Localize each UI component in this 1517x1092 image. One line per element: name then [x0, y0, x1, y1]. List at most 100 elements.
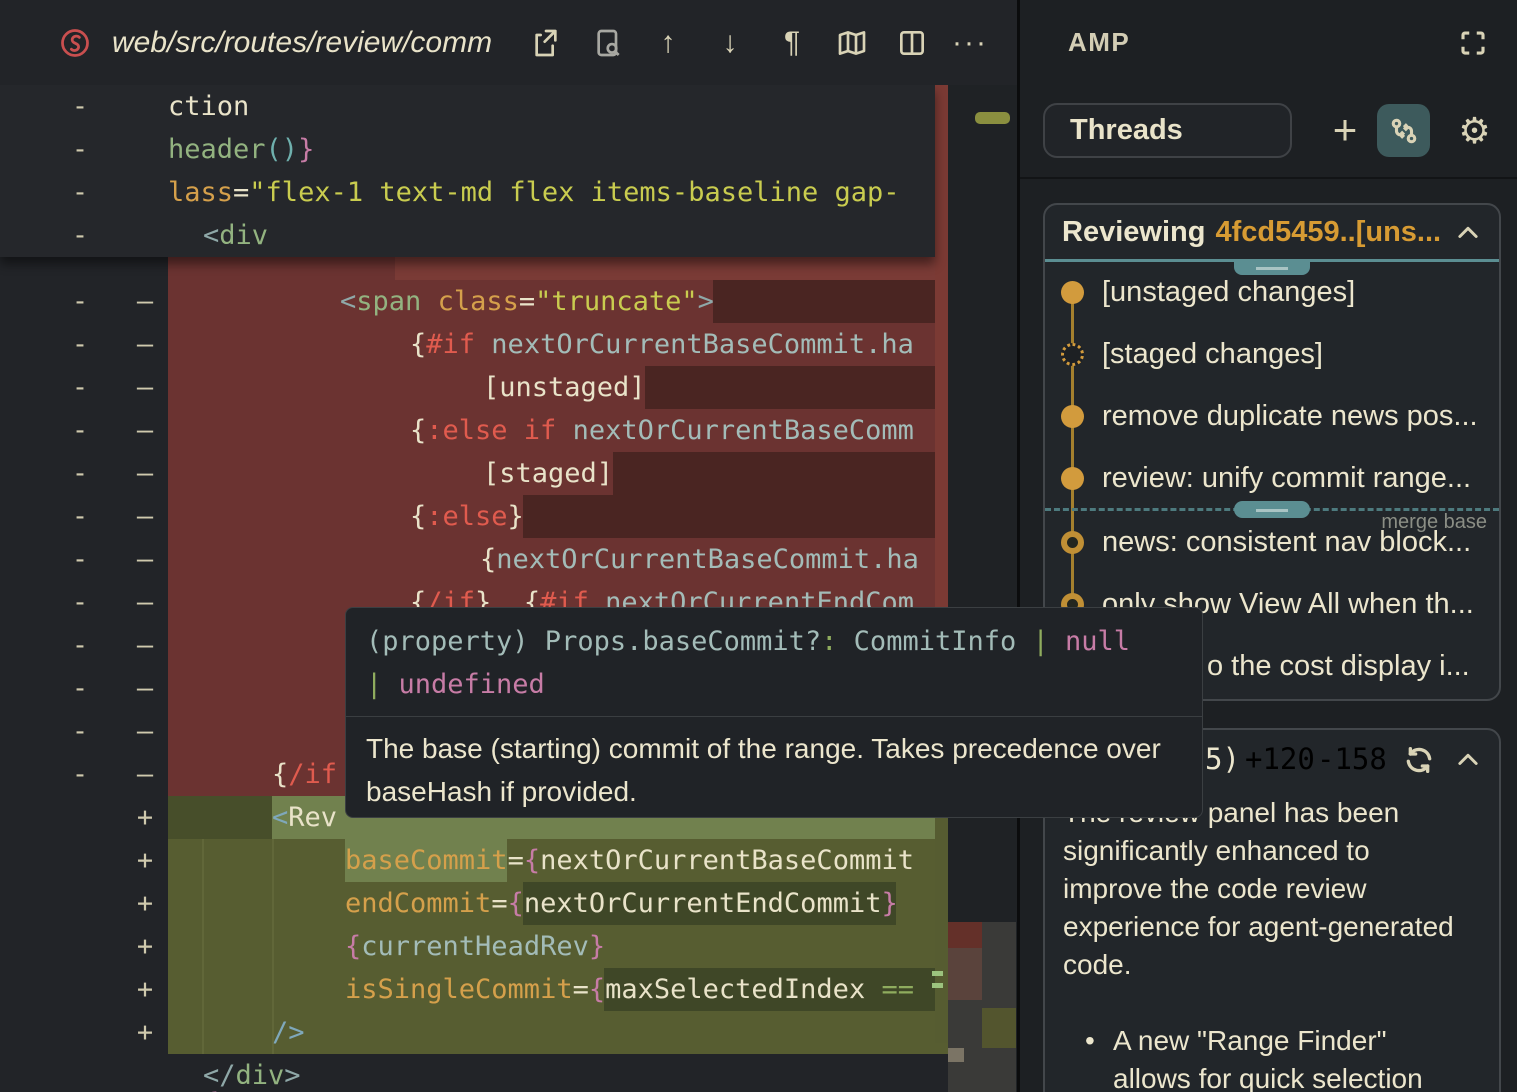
code-line: [0, 257, 948, 280]
code-line: -—<span class="truncate">: [0, 280, 948, 323]
bullet-item: • A new "Range Finder" allows for quick …: [1085, 1022, 1455, 1092]
code-line: -—{:else}: [0, 495, 948, 538]
gutter-marker: -: [68, 214, 92, 257]
gutter-marker: +: [130, 882, 160, 925]
split-view-icon[interactable]: [889, 20, 935, 66]
gear-icon: ⚙: [1458, 110, 1490, 152]
commit-item[interactable]: review: unify commit range...: [1045, 456, 1499, 500]
new-thread-button[interactable]: +: [1320, 105, 1370, 155]
sticky-scroll: -ction-header()}-lass="flex-1 text-md fl…: [0, 85, 935, 257]
gutter-marker: —: [130, 280, 160, 323]
svelte-file-icon: [52, 20, 98, 66]
handle-grip: [1256, 509, 1288, 512]
commit-label: o the cost display i...: [1207, 650, 1470, 683]
bullet-icon: •: [1085, 1022, 1113, 1092]
reviewing-label: Reviewing: [1062, 216, 1205, 249]
gutter-marker: —: [130, 624, 160, 667]
diff-line-background: [395, 257, 948, 280]
merge-base-handle[interactable]: [1234, 501, 1310, 518]
arrow-up-icon[interactable]: ↑: [645, 20, 691, 66]
code-line: -ction: [0, 85, 935, 128]
commit-label: remove duplicate news pos...: [1102, 400, 1478, 433]
commit-label: [staged changes]: [1102, 338, 1323, 371]
hover-description: The base (starting) commit of the range.…: [346, 717, 1186, 813]
gutter-marker: —: [130, 710, 160, 753]
gutter-marker: -: [68, 85, 92, 128]
more-icon[interactable]: ···: [947, 20, 993, 66]
overview-ruler-mark: [932, 983, 943, 988]
panel-header: AMP: [1020, 0, 1517, 85]
code-line: -—{#if nextOrCurrentBaseCommit.ha: [0, 323, 948, 366]
gutter-marker: -: [68, 366, 92, 409]
editor-toolbar: web/src/routes/review/comm ↑ ↓ ¶ ···: [0, 0, 1017, 85]
gutter-marker: —: [130, 667, 160, 710]
gutter-marker: -: [68, 452, 92, 495]
minimap-scrollbar[interactable]: [975, 112, 1010, 124]
indent-guide: [202, 839, 204, 1054]
settings-button[interactable]: ⚙: [1448, 104, 1501, 157]
refresh-icon[interactable]: [1403, 744, 1437, 778]
commit-dot-icon: [1061, 343, 1084, 366]
gutter-marker: -: [68, 128, 92, 171]
gutter-marker: —: [130, 366, 160, 409]
threads-label: Threads: [1070, 114, 1183, 147]
reviewing-header[interactable]: Reviewing 4fcd5459..[uns...: [1045, 205, 1499, 259]
diff-line-background: [523, 495, 948, 538]
arrow-down-icon[interactable]: ↓: [707, 20, 753, 66]
commit-dot-icon: [1061, 531, 1084, 554]
diff-line-background: [168, 796, 272, 839]
minimap-slider[interactable]: [982, 922, 1016, 1000]
code-line: +/>: [0, 1011, 948, 1054]
diff-line-background: [613, 452, 948, 495]
code-line: -—{nextOrCurrentBaseCommit.ha: [0, 538, 948, 581]
commit-item[interactable]: remove duplicate news pos...: [1045, 394, 1499, 438]
gutter-marker: -: [68, 581, 92, 624]
commit-item[interactable]: [unstaged changes]: [1045, 270, 1499, 314]
diff-line-background: [645, 366, 948, 409]
code-line: -lass="flex-1 text-md flex items-baselin…: [0, 171, 935, 214]
pilcrow-icon[interactable]: ¶: [769, 20, 815, 66]
gutter-marker: -: [68, 710, 92, 753]
gutter-marker: -: [68, 280, 92, 323]
git-compare-icon: [1389, 116, 1419, 146]
code-line: {: [0, 1082, 948, 1092]
gutter-marker: —: [130, 452, 160, 495]
indent-guide: [272, 839, 274, 1054]
commit-dot-icon: [1061, 281, 1084, 304]
summary-bullets: • A new "Range Finder" allows for quick …: [1085, 1022, 1455, 1092]
amp-panel: AMP Threads + ⚙ Reviewing 4fcd5459..[uns…: [1020, 0, 1517, 1092]
threads-button[interactable]: Threads: [1043, 103, 1292, 158]
gutter-marker: +: [130, 925, 160, 968]
fullscreen-icon[interactable]: [1457, 28, 1489, 58]
gutter-marker: —: [130, 409, 160, 452]
file-count: 5): [1205, 742, 1240, 776]
commit-dot-icon: [1061, 405, 1084, 428]
threads-row: Threads + ⚙: [1020, 92, 1517, 172]
code-line: +baseCommit={nextOrCurrentBaseCommit: [0, 839, 948, 882]
reviewing-range: 4fcd5459..[uns...: [1215, 216, 1441, 249]
gutter-marker: +: [130, 796, 160, 839]
collapse-chevron-icon[interactable]: [1453, 219, 1483, 249]
code-line: -<div: [0, 214, 935, 257]
gutter-marker: -: [68, 753, 92, 796]
gutter-marker: +: [130, 839, 160, 882]
deletions-stat: -158: [1317, 742, 1387, 776]
diff-editor: -—<span class="truncate">-—{#if nextOrCu…: [0, 0, 1017, 1092]
code-line: -—{:else if nextOrCurrentBaseComm: [0, 409, 948, 452]
commit-item[interactable]: [staged changes]: [1045, 332, 1499, 376]
code-line: -—[unstaged]: [0, 366, 948, 409]
summary-paragraph: The review panel has been significantly …: [1063, 794, 1471, 984]
hover-signature: (property) Props.baseCommit?: CommitInfo…: [346, 608, 1202, 712]
commit-label: [unstaged changes]: [1102, 276, 1355, 309]
gutter-marker: -: [68, 323, 92, 366]
collapse-chevron-icon[interactable]: [1453, 746, 1483, 776]
minimap-block: [948, 1048, 964, 1062]
review-mode-toggle[interactable]: [1377, 104, 1430, 157]
gutter-marker: —: [130, 538, 160, 581]
diff-line-background: [713, 280, 948, 323]
share-icon[interactable]: [523, 20, 569, 66]
code-line: -—[staged]: [0, 452, 948, 495]
map-icon[interactable]: [829, 20, 875, 66]
overview-ruler-mark: [932, 971, 943, 976]
preview-search-icon[interactable]: [585, 20, 631, 66]
